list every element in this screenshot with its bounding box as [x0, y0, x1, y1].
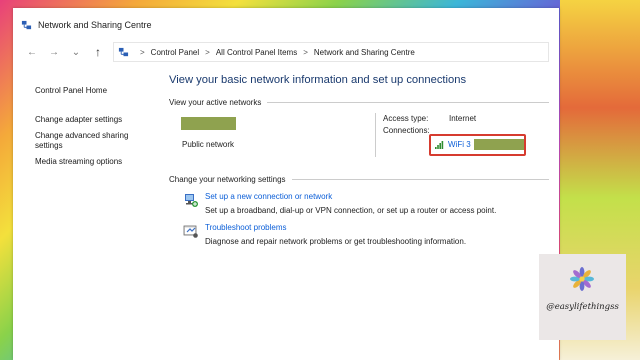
breadcrumb-chevron-icon: > [303, 47, 308, 57]
network-type-link[interactable]: Public network [182, 140, 234, 149]
change-settings-label: Change your networking settings [169, 175, 286, 184]
sidebar-item-media-streaming[interactable]: Media streaming options [35, 157, 155, 167]
window-title: Network and Sharing Centre [38, 20, 152, 30]
sidebar-item-control-panel-home[interactable]: Control Panel Home [35, 86, 155, 96]
troubleshoot-description: Diagnose and repair network problems or … [205, 237, 467, 246]
task-troubleshoot: Troubleshoot problems Diagnose and repai… [169, 223, 549, 246]
wifi-connection-name: WiFi 3 [448, 140, 471, 149]
breadcrumb-control-panel[interactable]: Control Panel [151, 48, 199, 57]
breadcrumb-network-centre[interactable]: Network and Sharing Centre [314, 48, 415, 57]
setup-connection-link[interactable]: Set up a new connection or network [205, 192, 496, 201]
flower-logo-icon [570, 267, 594, 291]
up-arrow-icon[interactable]: ↑ [87, 45, 109, 59]
network-name-redaction [181, 117, 236, 130]
section-divider [291, 179, 549, 180]
control-panel-window: Network and Sharing Centre ← → ⌄ ↑ > Con… [13, 8, 559, 360]
access-type-value: Internet [449, 114, 477, 123]
task-new-connection: Set up a new connection or network Set u… [169, 192, 549, 215]
new-connection-icon [185, 194, 198, 207]
setup-connection-description: Set up a broadband, dial-up or VPN conne… [205, 206, 497, 215]
control-panel-icon [118, 47, 129, 56]
active-networks-header: View your active networks [169, 98, 549, 107]
wifi-signal-icon [435, 141, 444, 149]
connection-highlight-box: WiFi 3 [429, 134, 526, 156]
sidebar: Control Panel Home Change adapter settin… [35, 86, 155, 173]
breadcrumb-chevron-icon: > [140, 47, 145, 57]
vertical-divider [375, 113, 376, 157]
section-divider [267, 102, 549, 103]
watermark-handle: @easylifethingss [546, 302, 619, 312]
wifi-connection-link[interactable]: WiFi 3 [435, 139, 524, 150]
active-network-panel: Public network Access type: Internet Con… [169, 107, 549, 163]
breadcrumb-all-items[interactable]: All Control Panel Items [216, 48, 297, 57]
title-bar: Network and Sharing Centre [13, 8, 559, 42]
task-list: Set up a new connection or network Set u… [169, 192, 549, 246]
sidebar-item-advanced-sharing[interactable]: Change advanced sharing settings [35, 131, 155, 151]
forward-arrow-icon[interactable]: → [43, 47, 65, 58]
address-bar: ← → ⌄ ↑ > Control Panel > All Control Pa… [13, 42, 559, 62]
breadcrumb[interactable]: > Control Panel > All Control Panel Item… [113, 42, 549, 62]
sidebar-item-adapter-settings[interactable]: Change adapter settings [35, 115, 155, 125]
access-type-label: Access type: [383, 114, 429, 123]
troubleshoot-icon [183, 225, 198, 238]
wifi-name-redaction [473, 139, 524, 150]
content-area: Control Panel Home Change adapter settin… [13, 68, 559, 360]
troubleshoot-link[interactable]: Troubleshoot problems [205, 223, 466, 232]
recent-locations-chevron-icon[interactable]: ⌄ [65, 47, 87, 58]
page-title: View your basic network information and … [169, 74, 467, 86]
active-networks-label: View your active networks [169, 98, 262, 107]
back-arrow-icon[interactable]: ← [21, 47, 43, 58]
change-settings-header: Change your networking settings [169, 175, 549, 184]
main-panel: View your basic network information and … [169, 74, 549, 246]
breadcrumb-chevron-icon: > [205, 47, 210, 57]
network-centre-icon [21, 20, 32, 29]
watermark-badge: @easylifethingss [539, 254, 626, 340]
